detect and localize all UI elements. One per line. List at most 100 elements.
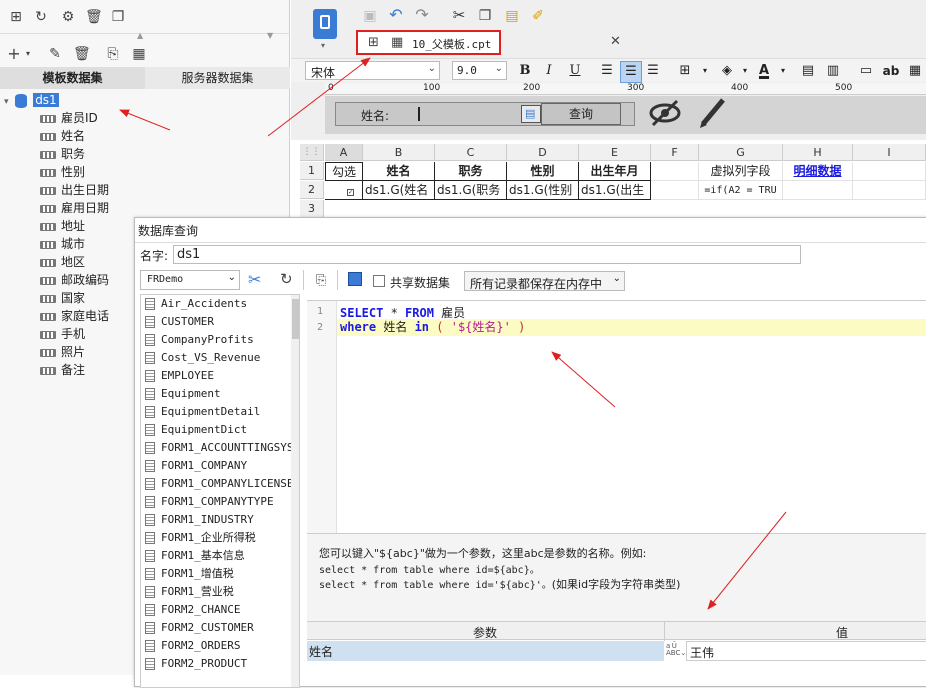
cell-H2[interactable] <box>783 181 853 200</box>
query-button[interactable]: 查询 <box>541 103 621 125</box>
tab-template-datasets[interactable]: 模板数据集 <box>0 67 145 89</box>
font-size-select[interactable]: 9.0 ⌄ <box>452 61 507 80</box>
insert-row-icon[interactable]: ▭ <box>856 61 876 81</box>
border-icon[interactable]: ⊞ <box>675 61 695 81</box>
merge-icon[interactable]: ▤ <box>798 61 818 81</box>
cell-E2[interactable]: ds1.G(出生 <box>579 181 651 200</box>
text-style-icon[interactable]: ab <box>881 61 901 81</box>
copy-icon[interactable]: ❐ <box>110 9 126 25</box>
tree-field-item[interactable]: 地址 <box>40 217 85 235</box>
param-name-input[interactable] <box>418 107 420 121</box>
app-logo-icon[interactable] <box>313 9 337 39</box>
column-header[interactable]: B <box>363 144 435 161</box>
calendar-icon[interactable]: ▤ <box>521 105 541 123</box>
align-center-icon[interactable]: ☰ <box>620 61 642 83</box>
cell-C1[interactable]: 职务 <box>435 162 507 181</box>
cell-I1[interactable] <box>853 162 926 181</box>
scrollbar[interactable] <box>291 295 299 687</box>
tree-field-item[interactable]: 姓名 <box>40 127 85 145</box>
dataset-name-input[interactable]: ds1 <box>173 245 801 264</box>
row-header[interactable]: 2 <box>300 181 324 199</box>
chevron-down-icon[interactable]: ▾ <box>735 61 755 81</box>
delete-icon[interactable]: 🗑 <box>85 9 103 25</box>
memory-option-select[interactable]: 所有记录都保存在内存中 ⌄ <box>464 271 625 291</box>
tree-field-item[interactable]: 出生日期 <box>40 181 109 199</box>
refresh-icon[interactable]: ↻ <box>280 270 293 288</box>
table-list-item[interactable]: FORM1_基本信息 <box>145 547 293 565</box>
pencil-icon[interactable] <box>697 94 729 130</box>
font-family-select[interactable]: 宋体 ⌄ <box>305 61 440 80</box>
table-list-item[interactable]: FORM1_COMPANY <box>145 457 293 475</box>
italic-icon[interactable]: I <box>539 61 559 81</box>
bold-icon[interactable]: B <box>515 61 535 81</box>
delete-icon[interactable]: 🗑 <box>73 46 91 62</box>
settings-icon[interactable]: ⚙ <box>60 9 76 25</box>
column-header[interactable]: F <box>651 144 699 161</box>
redo-icon[interactable]: ↷ <box>414 7 430 23</box>
checkbox-widget-icon[interactable]: ✓ <box>347 189 354 196</box>
connection-select[interactable]: FRDemo ⌄ <box>140 270 240 290</box>
table-list-item[interactable]: CompanyProfits <box>145 331 293 349</box>
tree-field-item[interactable]: 邮政编码 <box>40 271 109 289</box>
tree-field-item[interactable]: 性别 <box>40 163 85 181</box>
hidden-eye-icon[interactable] <box>647 98 683 128</box>
align-left-icon[interactable]: ☰ <box>597 61 617 81</box>
cell-D1[interactable]: 性别 <box>507 162 579 181</box>
table-icon[interactable]: ▦ <box>131 46 147 62</box>
chevron-down-icon[interactable]: ▾ <box>695 61 715 81</box>
cell-E1[interactable]: 出生年月 <box>579 162 651 181</box>
table-list-item[interactable]: FORM1_COMPANYLICENSE <box>145 475 293 493</box>
cell-G1[interactable]: 虚拟列字段 <box>699 162 783 181</box>
cell-G2[interactable]: =if(A2 = TRU <box>699 181 783 200</box>
cell-A1[interactable]: 勾选 <box>325 162 363 181</box>
table-list-item[interactable]: Equipment <box>145 385 293 403</box>
tree-field-item[interactable]: 雇员ID <box>40 109 98 127</box>
chevron-down-icon[interactable]: ▾ <box>773 61 793 81</box>
cell-C2[interactable]: ds1.G(职务 <box>435 181 507 200</box>
split-icon[interactable]: ▥ <box>823 61 843 81</box>
column-header[interactable]: I <box>853 144 926 161</box>
table-list-item[interactable]: FORM2_PRODUCT <box>145 655 293 673</box>
copy-icon[interactable]: ❐ <box>477 8 493 24</box>
table-list-item[interactable]: EquipmentDict <box>145 421 293 439</box>
table-list-item[interactable]: Cost_VS_Revenue <box>145 349 293 367</box>
table-list-item[interactable]: Air_Accidents <box>145 295 293 313</box>
cut-icon[interactable]: ✂ <box>451 7 467 23</box>
cell-B2[interactable]: ds1.G(姓名 <box>363 181 435 200</box>
column-header[interactable]: E <box>579 144 651 161</box>
close-tab-icon[interactable]: ✕ <box>610 34 621 49</box>
table-list-item[interactable]: FORM1_营业税 <box>145 583 293 601</box>
row-header[interactable]: 3 <box>300 200 324 218</box>
preview-icon[interactable]: ⎘ <box>105 46 121 62</box>
column-header[interactable]: D <box>507 144 579 161</box>
select-all-corner[interactable]: ⋮⋮ <box>300 144 324 161</box>
column-header[interactable]: A <box>325 144 363 161</box>
tree-field-item[interactable]: 照片 <box>40 343 85 361</box>
image-icon[interactable] <box>348 272 362 286</box>
tree-field-item[interactable]: 家庭电话 <box>40 307 109 325</box>
more-icon[interactable]: ▦ <box>905 61 925 81</box>
preview-icon[interactable]: ⎘ <box>316 273 326 288</box>
edit-icon[interactable]: ✎ <box>47 46 63 62</box>
refresh-icon[interactable]: ↻ <box>33 9 49 25</box>
table-list-item[interactable]: FORM2_CUSTOMER <box>145 619 293 637</box>
save-icon[interactable]: ▣ <box>362 8 378 24</box>
cell-F2[interactable] <box>651 181 699 200</box>
font-color-icon[interactable]: A <box>754 61 774 81</box>
chevron-down-icon[interactable]: ▾ <box>20 46 36 62</box>
tab-server-datasets[interactable]: 服务器数据集 <box>145 67 290 89</box>
table-list-item[interactable]: FORM1_INDUSTRY <box>145 511 293 529</box>
cell-I2[interactable] <box>853 181 926 200</box>
column-header[interactable]: C <box>435 144 507 161</box>
cell-D2[interactable]: ds1.G(性别 <box>507 181 579 200</box>
tree-field-item[interactable]: 手机 <box>40 325 85 343</box>
file-tab[interactable]: ⊞ ▦ 10_父模板.cpt <box>356 30 501 55</box>
splitter[interactable]: ▲ ▼ <box>0 31 290 41</box>
param-row[interactable]: 姓名 <box>307 641 664 661</box>
paste-icon[interactable]: ▤ <box>504 8 520 24</box>
underline-icon[interactable]: U <box>565 61 585 81</box>
table-list-item[interactable]: EquipmentDetail <box>145 403 293 421</box>
cell-A2[interactable] <box>325 181 363 200</box>
chevron-down-icon[interactable]: ▾ <box>321 41 325 50</box>
table-list-item[interactable]: FORM2_CHANCE <box>145 601 293 619</box>
